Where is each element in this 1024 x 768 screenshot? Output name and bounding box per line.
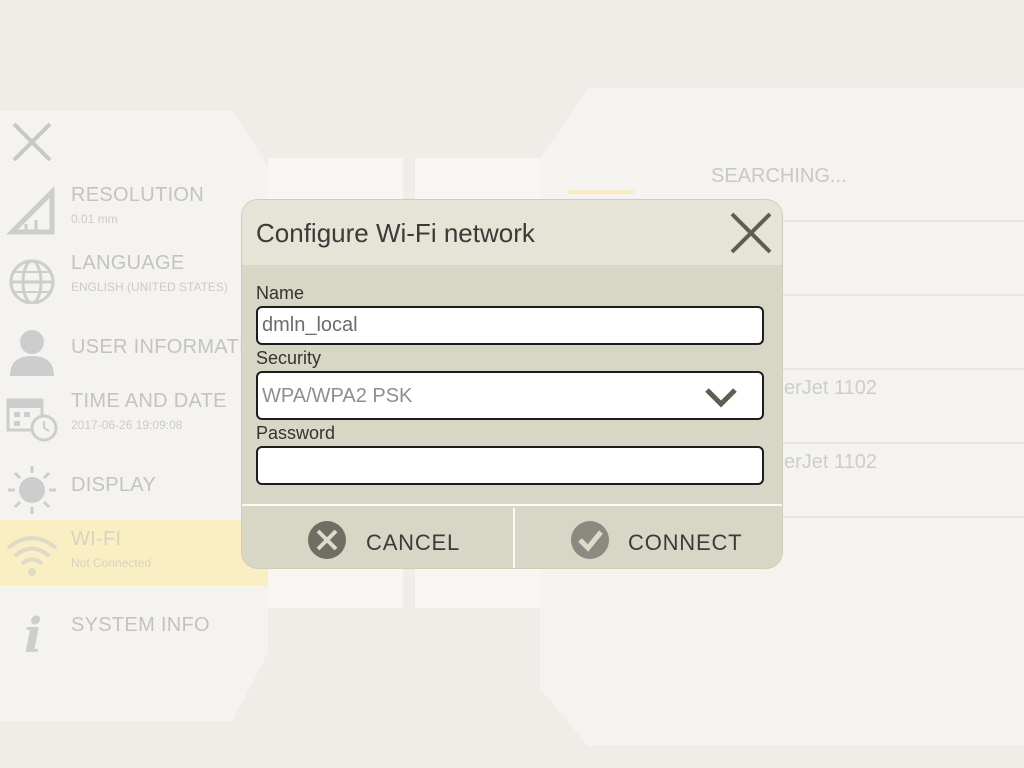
password-input[interactable] bbox=[258, 448, 762, 483]
password-label: Password bbox=[256, 423, 336, 443]
user-icon bbox=[10, 330, 54, 376]
connect-label: CONNECT bbox=[628, 530, 743, 555]
menu-item-wifi[interactable]: WI-FI Not Connected bbox=[0, 520, 268, 586]
close-settings-icon[interactable] bbox=[10, 120, 54, 164]
dialog-footer: CANCEL CONNECT bbox=[242, 504, 782, 568]
menu-label: DISPLAY bbox=[71, 474, 157, 496]
menu-sublabel: 2017-06-26 19:09:08 bbox=[71, 418, 183, 432]
chevron-down-icon[interactable] bbox=[704, 385, 738, 409]
password-field[interactable] bbox=[256, 446, 764, 485]
name-field[interactable] bbox=[256, 306, 764, 345]
wifi-icon bbox=[6, 536, 58, 576]
cancel-button[interactable]: CANCEL bbox=[242, 508, 513, 568]
menu-sublabel: ENGLISH (UNITED STATES) bbox=[71, 280, 228, 294]
name-input[interactable] bbox=[258, 308, 762, 343]
search-progress-accent bbox=[568, 190, 634, 194]
menu-item-display[interactable]: DISPLAY bbox=[0, 456, 268, 522]
ruler-triangle-icon bbox=[6, 185, 55, 235]
menu-item-language[interactable]: LANGUAGE ENGLISH (UNITED STATES) bbox=[0, 244, 268, 310]
globe-icon bbox=[9, 259, 55, 304]
menu-label: SYSTEM INFO bbox=[71, 614, 210, 636]
checkmark-icon bbox=[571, 521, 609, 559]
network-item[interactable]: erJet 1102 bbox=[784, 377, 877, 400]
menu-label: WI-FI bbox=[71, 528, 122, 550]
info-icon: i bbox=[24, 608, 42, 656]
close-icon[interactable] bbox=[728, 210, 774, 256]
menu-label: TIME AND DATE bbox=[71, 390, 227, 412]
menu-item-user-information[interactable]: USER INFORMATION bbox=[0, 318, 275, 384]
wifi-config-dialog: Configure Wi-Fi network Name Security WP… bbox=[242, 200, 782, 568]
menu-label: LANGUAGE bbox=[71, 252, 185, 274]
sun-icon bbox=[8, 466, 56, 514]
dialog-title: Configure Wi-Fi network bbox=[256, 218, 535, 248]
searching-status: SEARCHING... bbox=[711, 165, 847, 187]
security-value: WPA/WPA2 PSK bbox=[262, 385, 413, 407]
security-select[interactable]: WPA/WPA2 PSK bbox=[256, 371, 764, 420]
security-label: Security bbox=[256, 348, 322, 368]
menu-item-resolution[interactable]: RESOLUTION 0.01 mm bbox=[0, 176, 268, 242]
name-label: Name bbox=[256, 283, 305, 303]
network-item[interactable]: erJet 1102 bbox=[784, 451, 877, 474]
menu-item-system-info[interactable]: i SYSTEM INFO bbox=[0, 596, 268, 662]
connect-button[interactable]: CONNECT bbox=[515, 508, 782, 568]
menu-sublabel: 0.01 mm bbox=[71, 212, 118, 226]
dialog-header: Configure Wi-Fi network bbox=[242, 200, 782, 265]
menu-item-time-and-date[interactable]: TIME AND DATE 2017-06-26 19:09:08 bbox=[0, 382, 268, 448]
cancel-label: CANCEL bbox=[366, 530, 461, 555]
calendar-clock-icon bbox=[6, 398, 58, 442]
cancel-icon bbox=[308, 521, 346, 559]
menu-sublabel: Not Connected bbox=[71, 556, 152, 570]
menu-label: RESOLUTION bbox=[71, 184, 205, 206]
svg-text:i: i bbox=[24, 608, 42, 656]
